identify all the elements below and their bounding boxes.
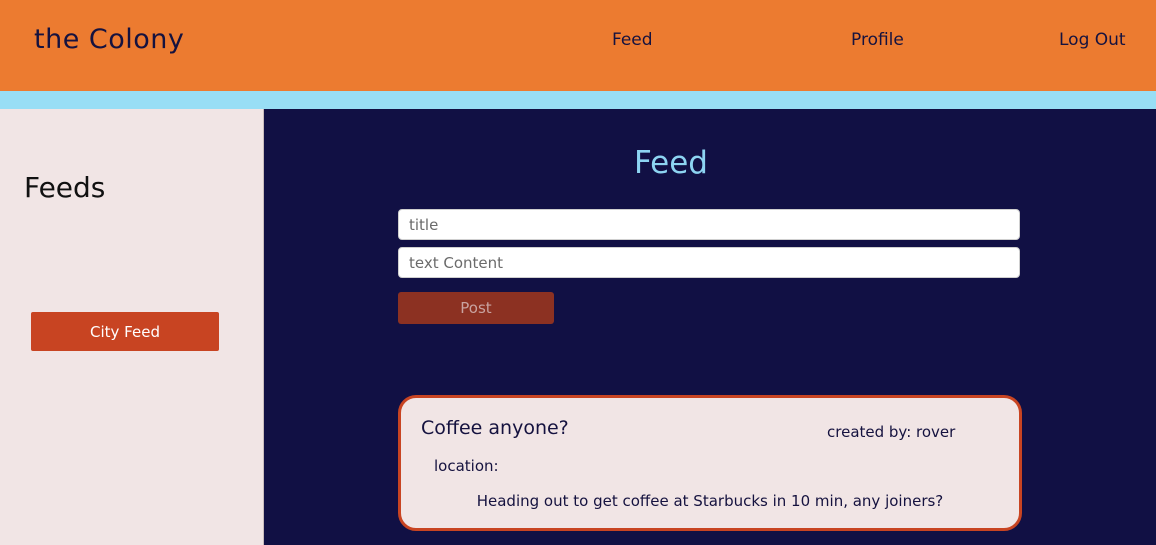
- page-title: Feed: [634, 145, 708, 181]
- nav-link-feed[interactable]: Feed: [612, 30, 653, 50]
- post-author: created by: rover: [827, 423, 956, 441]
- post-title: Coffee anyone?: [421, 417, 569, 439]
- main-content: Feed Post Coffee anyone? created by: rov…: [264, 109, 1156, 545]
- post-body: Heading out to get coffee at Starbucks i…: [476, 492, 944, 510]
- title-input[interactable]: [398, 209, 1020, 240]
- accent-stripe: [0, 91, 1156, 109]
- post-location: location:: [434, 457, 499, 475]
- post-button[interactable]: Post: [398, 292, 554, 324]
- sidebar-title: Feeds: [24, 171, 106, 204]
- nav-link-profile[interactable]: Profile: [851, 30, 904, 50]
- nav-link-logout[interactable]: Log Out: [1059, 30, 1126, 50]
- text-content-input[interactable]: [398, 247, 1020, 278]
- post-card: Coffee anyone? created by: rover locatio…: [398, 395, 1022, 531]
- top-navbar: the Colony Feed Profile Log Out: [0, 0, 1156, 91]
- city-feed-button[interactable]: City Feed: [31, 312, 219, 351]
- sidebar: Feeds City Feed: [0, 109, 264, 545]
- brand-logo-text[interactable]: the Colony: [34, 24, 184, 55]
